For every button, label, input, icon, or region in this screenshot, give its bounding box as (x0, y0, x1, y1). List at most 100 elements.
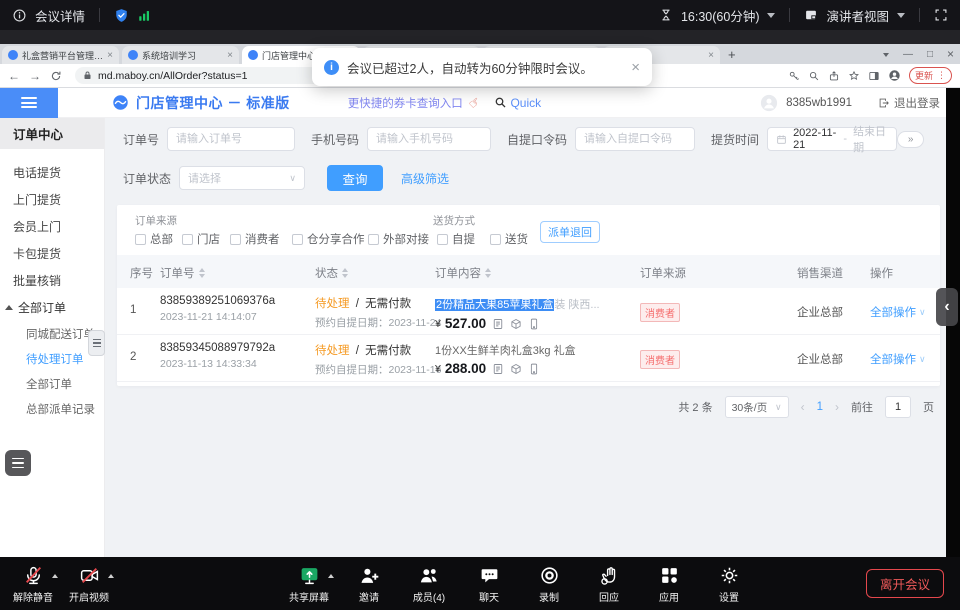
reaction-button[interactable]: 回应 (586, 563, 632, 604)
sort-icon[interactable] (342, 268, 348, 278)
sort-icon[interactable] (485, 268, 491, 278)
record-button[interactable]: 录制 (526, 563, 572, 604)
checkbox-label: 门店 (197, 231, 220, 247)
menu-hamburger-button[interactable] (0, 88, 58, 118)
new-tab-button[interactable]: + (728, 48, 736, 62)
note-icon[interactable] (492, 363, 504, 375)
meeting-timer: 16:30(60分钟) (681, 6, 760, 25)
page-size-select[interactable]: 30条/页 ∨ (725, 396, 789, 418)
annotation-handle[interactable] (88, 330, 105, 356)
window-close-icon[interactable]: × (947, 47, 954, 61)
checkbox-consumer[interactable]: 消费者 (230, 231, 280, 247)
checkbox-icon (230, 234, 241, 245)
search-button[interactable]: 查询 (327, 165, 383, 191)
advanced-filter-link[interactable]: 高级筛选 (401, 170, 449, 187)
view-mode-label[interactable]: 演讲者视图 (826, 6, 889, 25)
total-count: 共 2 条 (678, 399, 712, 415)
logout-button[interactable]: 退出登录 (878, 95, 940, 111)
sidebar-item-batch-verify[interactable]: 批量核销 (0, 267, 104, 294)
toast-message: 会议已超过2人，自动转为60分钟限时会议。 (347, 58, 593, 77)
share-options-caret[interactable] (328, 571, 334, 578)
current-page[interactable]: 1 (817, 401, 823, 413)
row-action-dropdown[interactable]: 全部操作 ∨ (870, 304, 926, 320)
window-menu-icon[interactable] (883, 53, 889, 60)
toast-close-icon[interactable]: × (631, 59, 640, 76)
share-screen-button[interactable]: 共享屏幕 (286, 563, 332, 604)
checkbox-external[interactable]: 外部对接 (368, 231, 429, 247)
meeting-info-icon[interactable] (12, 8, 27, 23)
checkbox-self-pickup[interactable]: 自提 (437, 231, 475, 247)
date-range-picker[interactable]: 2022-11-21 - 结束日期 (767, 127, 897, 151)
prev-page-icon[interactable]: ‹ (801, 400, 805, 414)
sort-icon[interactable] (199, 268, 205, 278)
action-label: 全部操作 (870, 304, 916, 320)
security-shield-icon[interactable] (114, 8, 129, 23)
col-source: 订单来源 (640, 265, 686, 281)
package-icon[interactable] (510, 318, 522, 330)
phone-icon[interactable] (528, 318, 540, 330)
side-panel-icon[interactable] (868, 70, 880, 82)
checkbox-hq[interactable]: 总部 (135, 231, 173, 247)
phone-icon[interactable] (528, 363, 540, 375)
profile-avatar-icon[interactable] (888, 69, 901, 82)
checkbox-delivery[interactable]: 送货 (490, 231, 528, 247)
unmute-button[interactable]: 解除静音 (10, 563, 56, 604)
package-icon[interactable] (510, 363, 522, 375)
network-signal-icon[interactable] (137, 8, 152, 23)
browser-tab-2[interactable]: 系统培训学习 × (122, 46, 239, 64)
phone-input[interactable] (367, 127, 491, 151)
note-icon[interactable] (492, 318, 504, 330)
checkbox-store[interactable]: 门店 (182, 231, 220, 247)
mic-options-caret[interactable] (52, 571, 58, 578)
sidebar-item-card-pickup[interactable]: 卡包提货 (0, 240, 104, 267)
order-status-select[interactable]: 请选择 ∨ (179, 166, 305, 190)
tab-close-icon[interactable]: × (227, 50, 233, 61)
source-badge: 消费者 (640, 303, 680, 322)
forward-icon[interactable]: → (29, 69, 41, 83)
chrome-menu-icon[interactable]: ⋮ (937, 70, 946, 81)
tab-close-icon[interactable]: × (107, 50, 113, 61)
layout-view-icon (804, 8, 818, 22)
sidebar-subitem-hq-dispatch-log[interactable]: 总部派单记录 (0, 396, 104, 421)
back-icon[interactable]: ← (8, 69, 20, 83)
sidebar-item-door-pickup[interactable]: 上门提货 (0, 186, 104, 213)
meeting-details-label[interactable]: 会议详情 (35, 6, 85, 25)
share-icon[interactable] (828, 70, 840, 82)
checkbox-warehouse-share[interactable]: 仓分享合作 (292, 231, 365, 247)
start-video-button[interactable]: 开启视频 (66, 563, 112, 604)
next-page-icon[interactable]: › (835, 400, 839, 414)
meeting-sidebar-toggle[interactable] (5, 450, 31, 476)
leave-meeting-button[interactable]: 离开会议 (866, 569, 944, 598)
members-button[interactable]: 成员(4) (406, 563, 452, 604)
dispatch-return-button[interactable]: 派单退回 (540, 221, 600, 243)
fullscreen-icon[interactable] (934, 8, 948, 22)
zoom-icon[interactable] (808, 70, 820, 82)
view-caret-icon[interactable] (897, 13, 905, 22)
meeting-drawer-handle[interactable]: ‹ (936, 288, 958, 326)
chrome-update-button[interactable]: 更新 ⋮ (909, 67, 952, 84)
bookmark-star-icon[interactable] (848, 70, 860, 82)
order-no-input[interactable] (167, 127, 295, 151)
timer-caret-icon[interactable] (767, 13, 775, 22)
sidebar-item-member-visit[interactable]: 会员上门 (0, 213, 104, 240)
coupon-query-link[interactable]: 更快捷的券卡查询入口 (348, 95, 463, 111)
invite-button[interactable]: 邀请 (346, 563, 392, 604)
apps-button[interactable]: 应用 (646, 563, 692, 604)
reload-icon[interactable] (50, 70, 62, 82)
chat-button[interactable]: 聊天 (466, 563, 512, 604)
goto-page-input[interactable] (885, 396, 911, 418)
camera-options-caret[interactable] (108, 571, 114, 578)
row-action-dropdown[interactable]: 全部操作 ∨ (870, 351, 926, 367)
window-minimize-icon[interactable]: — (903, 49, 913, 60)
browser-tab-1[interactable]: 礼盒营销平台管理中心 × (2, 46, 119, 64)
settings-button[interactable]: 设置 (706, 563, 752, 604)
expand-filters-button[interactable]: » (897, 131, 924, 148)
password-key-icon[interactable] (788, 70, 800, 82)
sidebar-item-phone-pickup[interactable]: 电话提货 (0, 159, 104, 186)
sidebar-subitem-all-orders[interactable]: 全部订单 (0, 371, 104, 396)
quick-search[interactable]: Quick (494, 96, 541, 110)
sidebar-group-all-orders[interactable]: 全部订单 (0, 294, 104, 321)
tab-close-icon[interactable]: × (708, 50, 714, 61)
window-maximize-icon[interactable]: □ (927, 49, 933, 60)
pickup-code-input[interactable] (575, 127, 695, 151)
